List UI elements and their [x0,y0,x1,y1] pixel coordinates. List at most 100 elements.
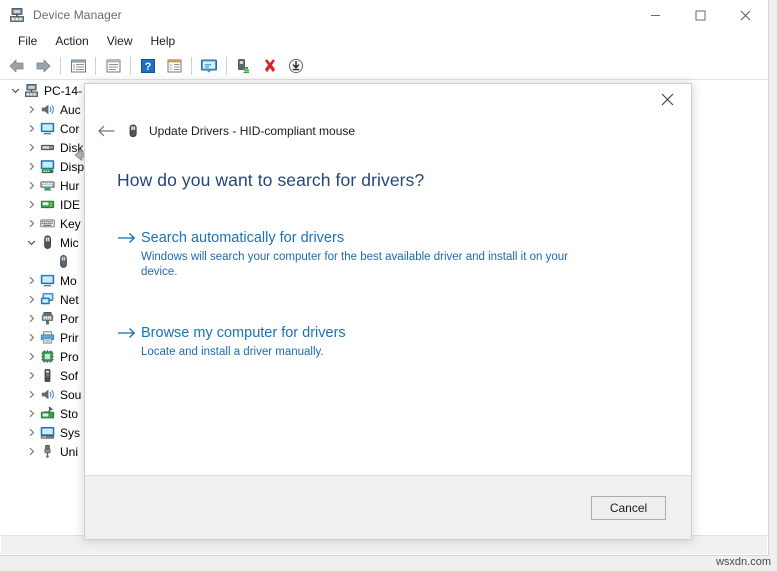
scan-for-hardware-changes-icon[interactable] [197,54,221,78]
menu-action[interactable]: Action [46,32,97,50]
chevron-down-icon[interactable] [7,86,23,95]
audio-icon [39,102,55,118]
system-devices-icon [39,425,55,441]
menu-bar: File Action View Help [0,30,768,52]
tree-label: Net [60,292,79,307]
back-arrow-icon[interactable] [91,118,121,144]
close-button[interactable] [723,0,768,30]
update-driver-icon[interactable] [162,54,186,78]
back-icon[interactable] [5,54,29,78]
chevron-right-icon[interactable] [23,276,39,285]
mouse-device-icon [125,123,141,139]
toolbar-separator [191,56,192,75]
dialog-footer: Cancel [85,475,691,539]
chevron-right-icon[interactable] [23,105,39,114]
window-title: Device Manager [33,8,122,22]
close-icon[interactable] [645,84,689,114]
maximize-button[interactable] [678,0,723,30]
computer-icon [23,83,39,99]
option-description: Windows will search your computer for th… [141,251,568,278]
option-title[interactable]: Search automatically for drivers [141,229,571,247]
chevron-right-icon[interactable] [23,295,39,304]
window-controls [633,0,768,30]
monitor-icon [39,273,55,289]
chevron-right-icon[interactable] [23,409,39,418]
install-legacy-hardware-icon[interactable] [284,54,308,78]
tree-label: Uni [60,444,79,459]
toolbar: ? [0,52,768,80]
menu-file[interactable]: File [9,32,46,50]
tree-label: IDE [60,197,81,212]
tree-label: Por [60,311,79,326]
mouse-icon [39,235,55,251]
show-hide-console-tree-icon[interactable] [66,54,90,78]
display-adapter-icon [39,159,55,175]
toolbar-separator [226,56,227,75]
toolbar-separator [60,56,61,75]
chevron-right-icon[interactable] [23,333,39,342]
ports-icon [39,311,55,327]
option-title[interactable]: Browse my computer for drivers [141,324,346,342]
chevron-right-icon[interactable] [23,371,39,380]
chevron-down-icon[interactable] [23,238,39,247]
dialog-body: How do you want to search for drivers? S… [85,148,691,476]
chevron-right-icon[interactable] [23,200,39,209]
software-devices-icon [39,368,55,384]
help-icon[interactable]: ? [136,54,160,78]
update-drivers-dialog: Update Drivers - HID-compliant mouse How… [84,83,692,540]
hid-compliant-mouse-icon [55,254,71,270]
tree-label: PC-14- [44,83,83,98]
tree-label: Prir [60,330,79,345]
tree-label: Sof [60,368,79,383]
sound-video-game-controllers-icon [39,387,55,403]
browse-my-computer-option[interactable]: Browse my computer for drivers Locate an… [117,324,659,360]
chevron-right-icon[interactable] [23,428,39,437]
minimize-button[interactable] [633,0,678,30]
chevron-right-icon[interactable] [23,162,39,171]
title-bar: Device Manager [0,0,768,30]
dialog-title-bar [85,84,691,114]
dialog-title: Update Drivers - HID-compliant mouse [149,124,356,138]
watermark: wsxdn.com [715,556,771,568]
chevron-right-icon[interactable] [23,314,39,323]
menu-help[interactable]: Help [142,32,185,50]
tree-label: Disk [60,140,84,155]
tree-label: Hur [60,178,80,193]
human-interface-devices-icon [39,178,55,194]
chevron-right-icon[interactable] [23,181,39,190]
tree-label: Disp [60,159,85,174]
storage-controllers-icon [39,406,55,422]
computer-small-icon [39,121,55,137]
toolbar-separator [130,56,131,75]
chevron-right-icon[interactable] [23,390,39,399]
properties-icon[interactable] [101,54,125,78]
toolbar-separator [95,56,96,75]
network-adapter-icon [39,292,55,308]
svg-text:?: ? [145,61,152,73]
chevron-right-icon[interactable] [23,124,39,133]
dialog-heading: How do you want to search for drivers? [117,170,425,190]
ide-controller-icon [39,197,55,213]
tree-label: Pro [60,349,79,364]
tree-label: Mo [60,273,77,288]
dialog-nav: Update Drivers - HID-compliant mouse [85,114,691,148]
chevron-right-icon[interactable] [23,219,39,228]
tree-label: Sto [60,406,79,421]
tree-label: Auc [60,102,81,117]
uninstall-device-icon[interactable] [258,54,282,78]
processors-icon [39,349,55,365]
search-automatically-option[interactable]: Search automatically for drivers Windows… [117,229,659,280]
chevron-right-icon[interactable] [23,447,39,456]
option-description: Locate and install a driver manually. [141,346,324,358]
enable-device-icon[interactable] [232,54,256,78]
chevron-right-icon[interactable] [23,143,39,152]
tree-label: Key [60,216,81,231]
keyboard-icon [39,216,55,232]
usb-controllers-icon [39,444,55,460]
arrow-right-icon [117,229,141,280]
forward-icon[interactable] [31,54,55,78]
chevron-right-icon[interactable] [23,352,39,361]
menu-view[interactable]: View [98,32,142,50]
print-queues-icon [39,330,55,346]
cancel-button[interactable]: Cancel [591,495,666,520]
